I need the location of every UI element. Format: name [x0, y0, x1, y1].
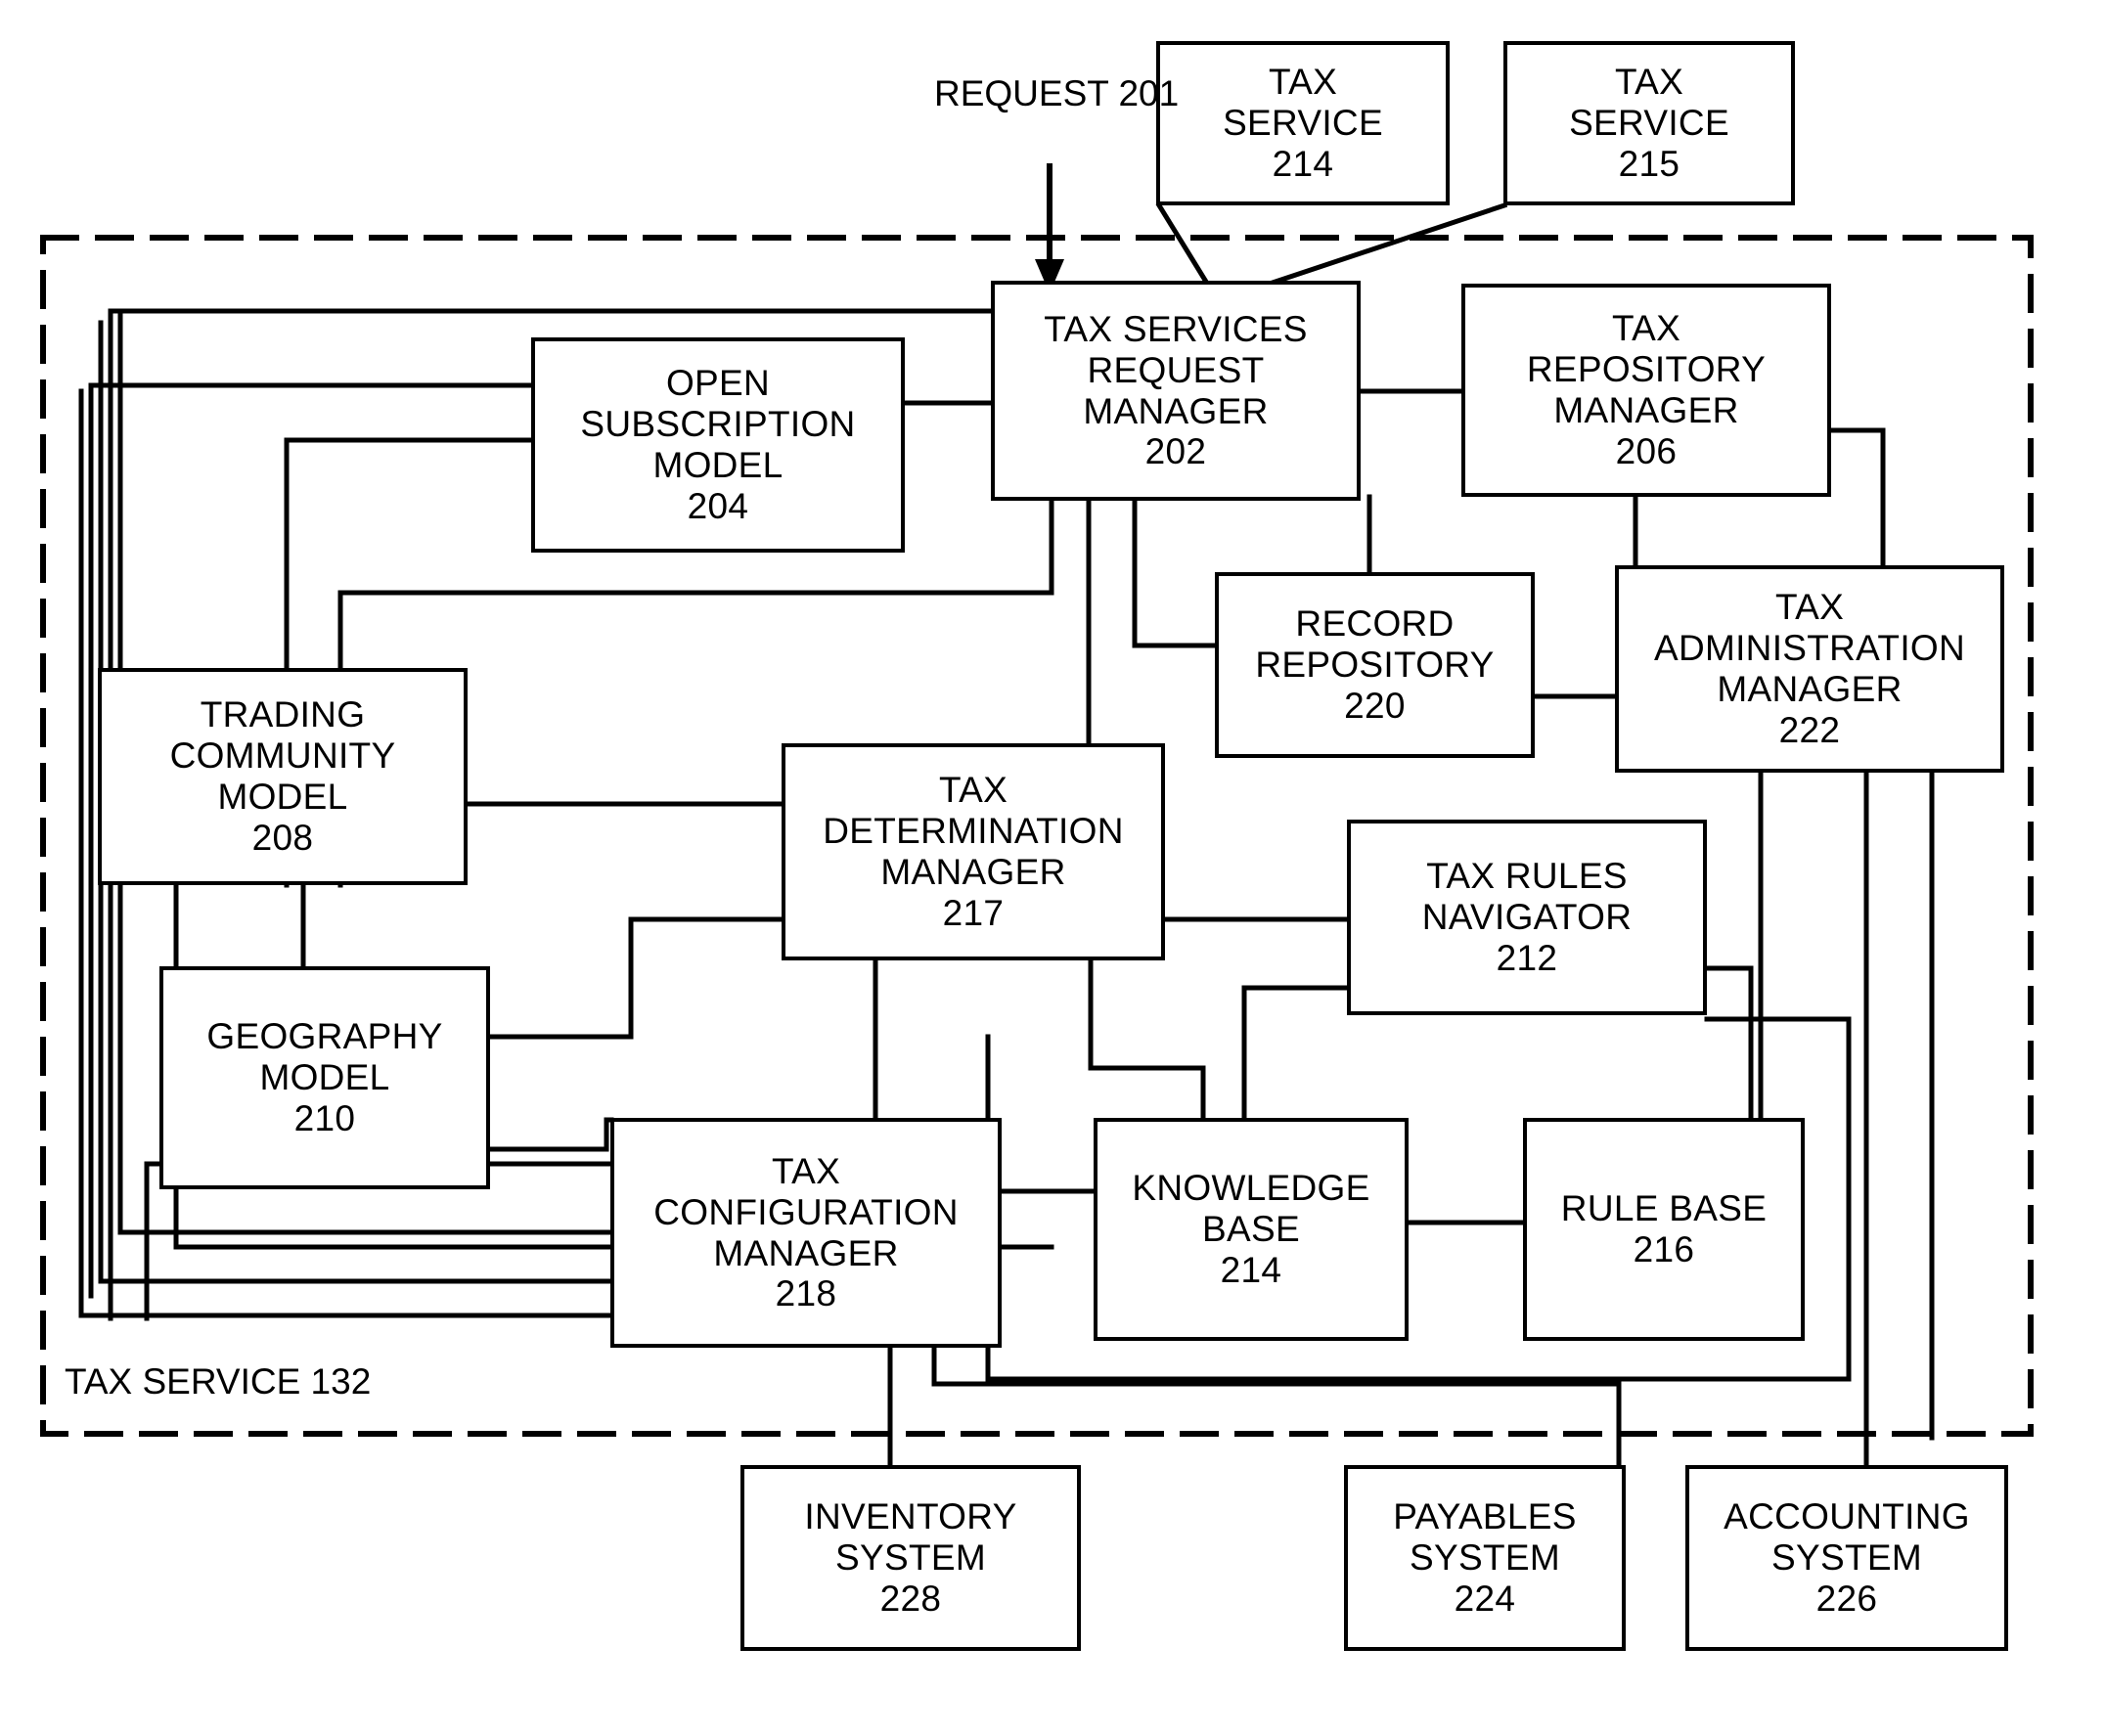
node-line: BASE	[1202, 1209, 1300, 1250]
node-trading-community-model[interactable]: TRADING COMMUNITY MODEL 208	[98, 668, 468, 885]
node-line: 215	[1618, 143, 1680, 184]
node-line: ADMINISTRATION	[1653, 628, 1965, 669]
node-tax-administration-manager[interactable]: TAX ADMINISTRATION MANAGER 222	[1615, 565, 2004, 773]
node-line: 202	[1144, 431, 1207, 472]
node-line: OPEN	[665, 363, 771, 404]
node-tax-services-request-manager[interactable]: TAX SERVICES REQUEST MANAGER 202	[991, 281, 1361, 501]
node-line: MANAGER	[713, 1232, 899, 1273]
conn-ts214-to-request-manager	[1155, 201, 1210, 286]
node-line: REPOSITORY	[1526, 349, 1767, 390]
node-line: 220	[1344, 685, 1406, 726]
request-label-text: REQUEST	[934, 73, 1109, 113]
node-line: KNOWLEDGE	[1132, 1168, 1370, 1209]
node-line: SUBSCRIPTION	[580, 404, 856, 445]
node-line: TAX	[1774, 587, 1845, 628]
node-line: 214	[1272, 143, 1334, 184]
figure-canvas: TAX SERVICE 214 TAX SERVICE 215 TAX SERV…	[0, 0, 2105, 1736]
node-line: MANAGER	[1553, 390, 1739, 430]
node-line: 210	[293, 1097, 356, 1138]
node-line: TAX	[938, 770, 1008, 811]
node-line: RULE BASE	[1560, 1188, 1768, 1229]
node-line: PAYABLES	[1393, 1496, 1577, 1537]
node-line: TAX RULES	[1426, 856, 1628, 897]
node-line: MANAGER	[1717, 669, 1903, 709]
conn-ts215-to-request-manager	[1251, 201, 1508, 292]
conn-trm-right-to-tam	[1828, 427, 1886, 576]
node-accounting-system[interactable]: ACCOUNTING SYSTEM 226	[1685, 1465, 2008, 1651]
node-line: TRADING	[200, 694, 366, 735]
node-line: 228	[879, 1578, 942, 1619]
node-line: TAX	[1611, 308, 1681, 349]
node-rule-base[interactable]: RULE BASE 216	[1523, 1118, 1805, 1341]
node-line: TAX	[1268, 62, 1338, 103]
tax-service-boundary-label-text: TAX SERVICE 132	[65, 1361, 372, 1402]
node-open-subscription-model[interactable]: OPEN SUBSCRIPTION MODEL 204	[531, 337, 905, 553]
node-line: TAX	[771, 1150, 841, 1191]
node-tax-rules-navigator[interactable]: TAX RULES NAVIGATOR 212	[1347, 820, 1707, 1015]
node-line: CONFIGURATION	[653, 1191, 959, 1232]
conn-tdm-down-right	[1088, 957, 1118, 1071]
node-line: COMMUNITY	[169, 735, 396, 777]
node-line: INVENTORY	[804, 1496, 1017, 1537]
node-payables-system[interactable]: PAYABLES SYSTEM 224	[1344, 1465, 1626, 1651]
conn-geo-to-tdm	[486, 916, 785, 1040]
node-line: 218	[775, 1273, 837, 1314]
node-line: 208	[251, 817, 314, 858]
node-line: SERVICE	[1569, 103, 1729, 144]
node-geography-model[interactable]: GEOGRAPHY MODEL 210	[159, 966, 490, 1189]
node-line: 204	[687, 485, 749, 526]
node-tax-service-215-top[interactable]: TAX SERVICE 215	[1503, 41, 1795, 205]
node-line: MANAGER	[880, 852, 1066, 892]
node-line: 216	[1633, 1229, 1695, 1269]
node-line: NAVIGATOR	[1421, 897, 1633, 938]
tax-service-boundary-label: TAX SERVICE 132	[65, 1361, 371, 1403]
node-line: MODEL	[259, 1057, 390, 1098]
node-tax-service-214-top[interactable]: TAX SERVICE 214	[1156, 41, 1450, 205]
node-line: ACCOUNTING	[1724, 1496, 1970, 1537]
node-line: 224	[1454, 1578, 1516, 1619]
node-line: REQUEST	[1087, 349, 1265, 390]
node-line: GEOGRAPHY	[206, 1016, 443, 1057]
node-line: 214	[1220, 1249, 1282, 1290]
node-line: 217	[942, 892, 1005, 933]
node-line: DETERMINATION	[823, 811, 1124, 852]
conn-tdm-to-kb	[1112, 1065, 1206, 1123]
node-line: MODEL	[217, 777, 348, 817]
node-tax-determination-manager[interactable]: TAX DETERMINATION MANAGER 217	[782, 743, 1165, 960]
node-line: REPOSITORY	[1255, 645, 1495, 686]
request-label: REQUEST 201	[934, 73, 1179, 115]
request-label-number: 201	[1118, 73, 1180, 113]
node-tax-configuration-manager[interactable]: TAX CONFIGURATION MANAGER 218	[610, 1118, 1002, 1348]
node-line: SYSTEM	[1771, 1537, 1922, 1579]
node-record-repository[interactable]: RECORD REPOSITORY 220	[1215, 572, 1535, 758]
node-line: RECORD	[1295, 603, 1455, 645]
node-line: SYSTEM	[835, 1537, 986, 1579]
conn-geo-to-tcfg	[486, 1117, 614, 1152]
node-inventory-system[interactable]: INVENTORY SYSTEM 228	[740, 1465, 1081, 1651]
node-line: 212	[1496, 937, 1558, 978]
node-line: 222	[1778, 709, 1841, 750]
node-line: SERVICE	[1223, 103, 1383, 144]
node-line: TAX	[1614, 62, 1684, 103]
node-line: SYSTEM	[1410, 1537, 1560, 1579]
node-line: 206	[1615, 430, 1678, 471]
node-line: TAX SERVICES	[1044, 308, 1308, 349]
node-tax-repository-manager[interactable]: TAX REPOSITORY MANAGER 206	[1461, 284, 1831, 497]
conn-trn-left-low	[1241, 985, 1351, 1015]
node-knowledge-base[interactable]: KNOWLEDGE BASE 214	[1094, 1118, 1409, 1341]
conn-trn-right-to-rulebase	[1704, 965, 1754, 1123]
node-line: MANAGER	[1083, 390, 1269, 431]
node-line: MODEL	[652, 445, 784, 485]
conn-request-manager-to-record-repo-2	[1132, 584, 1219, 648]
node-line: 226	[1815, 1578, 1878, 1619]
